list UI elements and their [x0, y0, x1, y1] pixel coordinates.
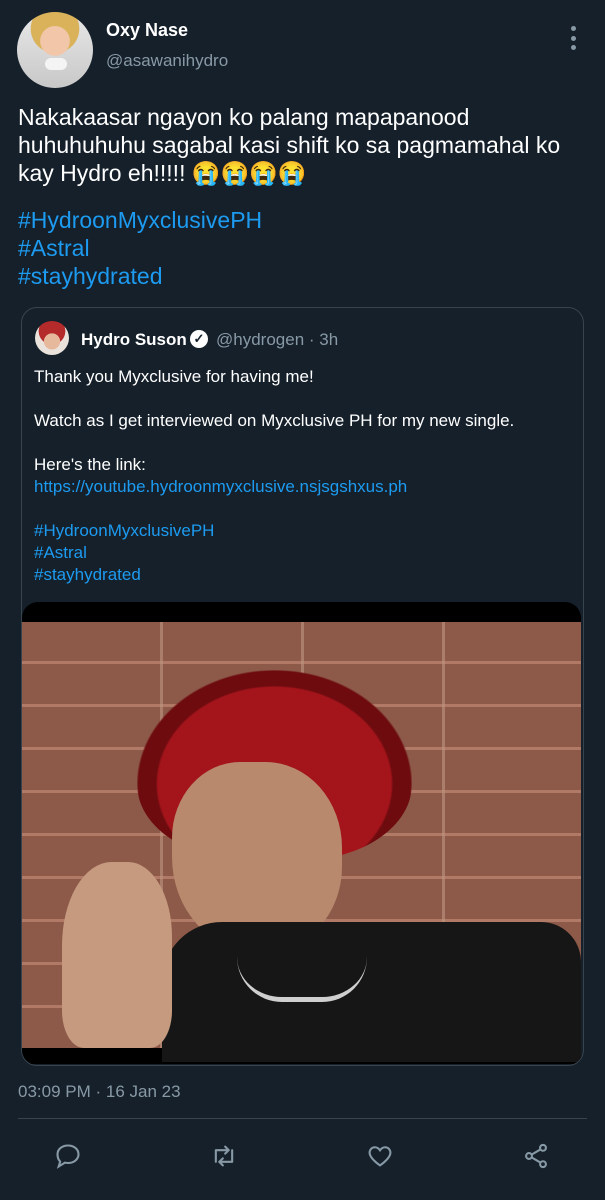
- quoted-author-handle-time: @hydrogen · 3h: [216, 330, 339, 349]
- quoted-media[interactable]: [22, 602, 581, 1064]
- quoted-tweet-text: Thank you Myxclusive for having me! Watc…: [34, 366, 514, 586]
- quoted-line: Thank you Myxclusive for having me!: [34, 367, 314, 386]
- author-avatar[interactable]: [17, 12, 93, 88]
- tweet-timestamp: 03:09 PM · 16 Jan 23: [18, 1082, 181, 1101]
- tweet-text: Nakakaasar ngayon ko palang mapapanood h…: [18, 104, 567, 186]
- like-icon[interactable]: [363, 1139, 397, 1173]
- hashtag-link[interactable]: #stayhydrated: [34, 564, 514, 586]
- tweet-hashtags: #HydroonMyxclusivePH #Astral #stayhydrat…: [18, 206, 262, 290]
- quoted-author-avatar[interactable]: [35, 321, 69, 355]
- reply-icon[interactable]: [51, 1139, 85, 1173]
- quoted-author-name[interactable]: Hydro Suson: [81, 330, 187, 350]
- quoted-link[interactable]: https://youtube.hydroonmyxclusive.nsjsgs…: [34, 476, 514, 498]
- media-photo[interactable]: [22, 622, 581, 1062]
- quoted-tweet[interactable]: Hydro Suson ✓ @hydrogen · 3h Thank you M…: [21, 307, 584, 1066]
- author-display-name[interactable]: Oxy Nase: [106, 20, 188, 41]
- hashtag-link[interactable]: #Astral: [34, 542, 514, 564]
- hashtag-link[interactable]: #HydroonMyxclusivePH: [18, 206, 262, 234]
- quoted-line: Here's the link:: [34, 455, 146, 474]
- divider: [18, 1118, 587, 1119]
- share-icon[interactable]: [519, 1139, 553, 1173]
- retweet-icon[interactable]: [207, 1139, 241, 1173]
- author-handle[interactable]: @asawanihydro: [106, 51, 228, 71]
- hashtag-link[interactable]: #stayhydrated: [18, 262, 262, 290]
- quoted-line: Watch as I get interviewed on Myxclusive…: [34, 411, 515, 430]
- hashtag-link[interactable]: #Astral: [18, 234, 262, 262]
- verified-badge-icon: ✓: [190, 330, 208, 348]
- more-options-icon[interactable]: [566, 26, 580, 50]
- hashtag-link[interactable]: #HydroonMyxclusivePH: [34, 520, 514, 542]
